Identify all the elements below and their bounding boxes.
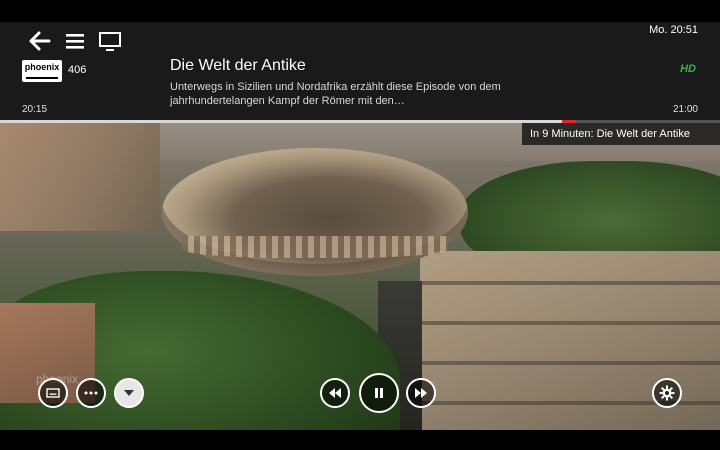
pause-icon [375, 388, 383, 398]
subtitles-icon [46, 388, 60, 398]
menu-button[interactable] [64, 30, 90, 52]
pause-button[interactable] [359, 373, 399, 413]
screen-button[interactable] [98, 30, 124, 52]
rewind-icon [329, 388, 341, 398]
more-options-icon [84, 391, 98, 395]
channel-number: 406 [68, 64, 87, 76]
video-scene-colosseum [162, 148, 468, 276]
subtitles-button[interactable] [38, 378, 68, 408]
channel-logo-text: phoenix [24, 62, 60, 72]
hamburger-menu-icon [66, 34, 84, 49]
back-button[interactable] [28, 30, 54, 52]
letterbox-bottom [0, 430, 720, 450]
hd-badge: HD [680, 63, 696, 75]
next-program-notice: In 9 Minuten: Die Welt der Antike [522, 123, 720, 145]
chevron-down-icon [124, 390, 134, 396]
expand-button[interactable] [114, 378, 144, 408]
fast-forward-icon [415, 388, 427, 398]
settings-button[interactable] [652, 378, 682, 408]
program-start-time: 20:15 [22, 104, 48, 115]
program-description: Unterwegs in Sizilien und Nordafrika erz… [170, 81, 501, 107]
fast-forward-button[interactable] [406, 378, 436, 408]
program-progress-fill [0, 120, 576, 123]
channel-logo: phoenix [22, 60, 62, 82]
video-scene-buildings [0, 121, 160, 231]
program-end-time: 21:00 [672, 104, 698, 115]
tv-screen-icon [99, 32, 121, 51]
gear-icon [659, 385, 675, 401]
more-options-button[interactable] [76, 378, 106, 408]
clock: Mo. 20:51 [649, 24, 698, 36]
arrow-left-icon [29, 31, 51, 51]
rewind-button[interactable] [320, 378, 350, 408]
program-title: Die Welt der Antike [170, 57, 306, 74]
player-frame: phoenix Mo. 20:51 phoenix 406 Die Welt d… [0, 0, 720, 450]
